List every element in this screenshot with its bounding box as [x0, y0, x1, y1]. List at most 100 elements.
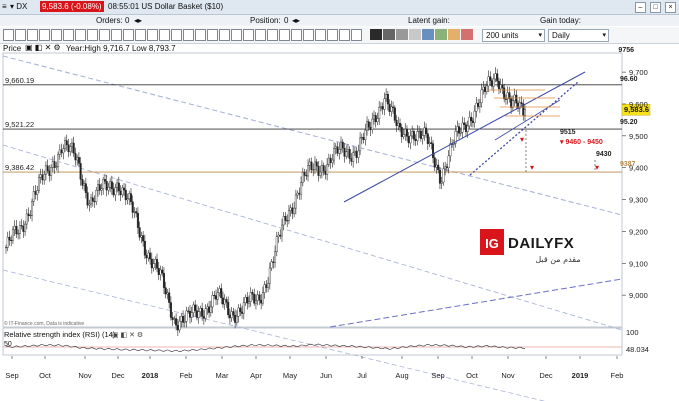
candle-body	[433, 157, 436, 168]
candle-body	[471, 120, 474, 123]
candle-body	[41, 174, 44, 181]
candle-body	[442, 168, 445, 183]
candle-body	[381, 106, 384, 110]
candle-body	[25, 213, 28, 225]
candle-body	[133, 211, 136, 213]
candle-body	[77, 157, 80, 164]
candle-body	[201, 308, 204, 317]
x-tick-label: Oct	[39, 371, 52, 380]
y-tick-label: 9,100	[629, 259, 648, 268]
candle-body	[313, 161, 316, 170]
x-tick-label: Aug	[395, 371, 408, 380]
y-tick-label: 9,600	[629, 100, 648, 109]
price-chart[interactable]: 9,660.199,521.229,386.42 975696.6095.209…	[0, 0, 679, 401]
candle-body	[515, 94, 518, 104]
candle-body	[235, 316, 238, 323]
x-axis-band	[3, 356, 622, 368]
candle-body	[482, 86, 485, 91]
price-panel-frame	[2, 52, 623, 328]
candle-body	[491, 80, 494, 87]
candle-body	[156, 259, 159, 269]
candle-body	[95, 190, 98, 203]
candle-body	[510, 98, 513, 108]
candle-body	[249, 292, 252, 302]
candle-body	[407, 136, 410, 144]
candle-body	[36, 190, 39, 195]
candle-body	[221, 297, 224, 305]
candle-body	[409, 135, 412, 144]
candle-body	[463, 122, 466, 125]
candle-body	[209, 306, 212, 313]
candle-body	[414, 139, 417, 142]
candle-body	[17, 233, 20, 235]
candle-body	[390, 106, 393, 112]
candle-body	[8, 236, 11, 241]
candle-body	[418, 130, 421, 132]
candle-body	[162, 272, 165, 288]
candle-body	[496, 73, 499, 82]
candle-body	[470, 116, 473, 122]
candle-body	[20, 225, 23, 227]
candle-body	[187, 310, 190, 312]
candle-body	[220, 288, 223, 299]
candle-body	[520, 102, 523, 104]
candle-body	[374, 115, 377, 123]
candle-body	[258, 294, 261, 301]
candle-body	[405, 128, 408, 137]
candle-body	[105, 181, 108, 191]
candle-body	[464, 124, 467, 132]
candle-body	[183, 321, 186, 323]
candle-body	[37, 177, 40, 191]
arabic-tagline: مقدم من قبل	[535, 255, 580, 264]
candle-body	[116, 182, 119, 188]
candle-body	[241, 311, 244, 314]
horizontal-level-label: 9,521.22	[5, 120, 34, 129]
candle-body	[176, 325, 179, 331]
candle-body	[489, 76, 492, 81]
candle-body	[263, 284, 266, 293]
candle-body	[64, 140, 67, 149]
rsi-panel-settings-icon: ▣ ◧ ✕ ⚙	[112, 331, 143, 339]
candle-body	[267, 283, 270, 288]
rsi-level-100: 100	[626, 328, 639, 337]
candle-body	[117, 182, 120, 192]
candle-body	[456, 126, 459, 132]
chart-annotation: 9515	[560, 129, 576, 136]
y-tick-label: 9,400	[629, 164, 648, 173]
candle-body	[400, 127, 403, 137]
candle-body	[279, 234, 282, 237]
candle-body	[459, 131, 462, 134]
candle-body	[416, 131, 419, 142]
x-tick-label: Jul	[357, 371, 367, 380]
candle-body	[458, 126, 461, 134]
candle-body	[29, 215, 32, 217]
candle-body	[242, 302, 245, 314]
candle-body	[228, 314, 231, 319]
candle-body	[143, 240, 146, 256]
candle-body	[57, 154, 60, 167]
candle-body	[294, 194, 297, 209]
candle-body	[223, 299, 226, 305]
candle-body	[154, 259, 157, 264]
candle-body	[492, 78, 495, 87]
candle-body	[112, 188, 115, 196]
candle-body	[208, 306, 211, 313]
candle-body	[48, 170, 51, 176]
candle-body	[128, 193, 131, 200]
candle-body	[199, 308, 202, 312]
candle-body	[369, 127, 372, 130]
candle-body	[331, 159, 334, 163]
candle-body	[253, 294, 256, 304]
candle-body	[126, 198, 129, 201]
candle-body	[169, 302, 172, 318]
horizontal-level-label: 9,660.19	[5, 76, 34, 85]
candle-body	[275, 236, 278, 253]
candle-body	[524, 109, 527, 116]
candle-body	[484, 86, 487, 92]
candle-body	[348, 149, 351, 159]
candle-body	[485, 85, 488, 92]
x-tick-label: Mar	[216, 371, 229, 380]
candle-body	[145, 254, 148, 259]
candle-body	[440, 181, 443, 184]
candle-body	[157, 268, 160, 275]
